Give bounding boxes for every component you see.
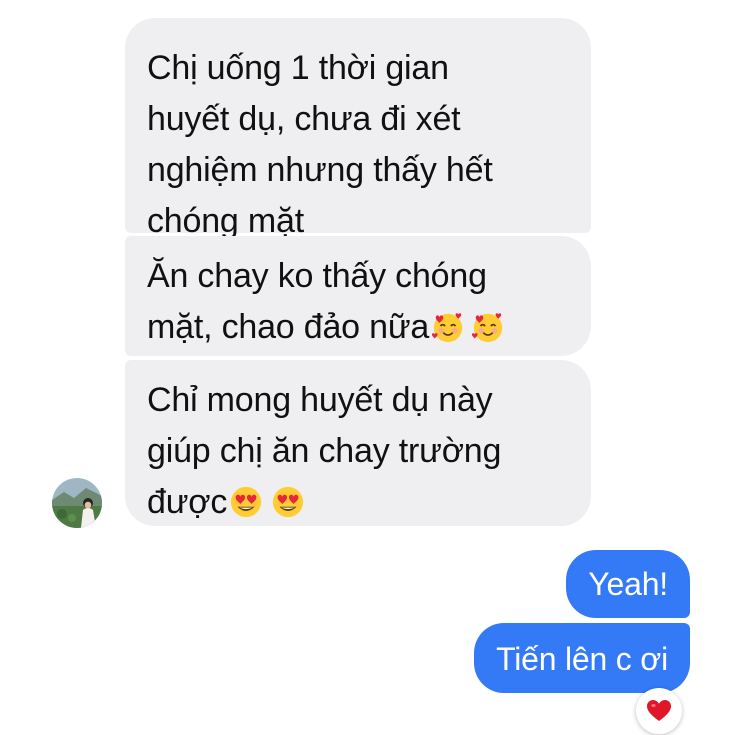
message-line: Chị uống 1 thời gian (147, 49, 449, 87)
message-line: Chỉ mong huyết dụ này (147, 381, 493, 419)
reaction-badge[interactable] (636, 688, 682, 734)
red-heart-icon (647, 700, 671, 721)
outgoing-message-1[interactable]: Yeah! (566, 550, 690, 618)
profile-photo (52, 478, 102, 528)
message-text: Yeah! (588, 566, 668, 602)
heart-eyes-emoji (273, 486, 304, 518)
smiling-face-with-hearts-emoji (432, 313, 463, 343)
message-text: Tiến lên c ơi (496, 641, 668, 677)
message-line: huyết dụ, chưa đi xét (147, 100, 461, 138)
incoming-message-3[interactable]: Chỉ mong huyết dụ này giúp chị ăn chay t… (125, 360, 591, 526)
message-line-with-emoji: được (147, 477, 569, 528)
message-line-with-emoji: mặt, chao đảo nữa (147, 302, 569, 353)
avatar[interactable] (52, 478, 102, 528)
outgoing-message-2[interactable]: Tiến lên c ơi (474, 623, 690, 693)
message-line: giúp chị ăn chay trường (147, 432, 502, 470)
incoming-message-1[interactable]: Chị uống 1 thời gian huyết dụ, chưa đi x… (125, 18, 591, 240)
message-line: nghiệm nhưng thấy hết (147, 151, 493, 189)
chat-thread: Chị uống 1 thời gian huyết dụ, chưa đi x… (0, 0, 735, 735)
heart-eyes-emoji (231, 486, 262, 518)
message-line: được (147, 483, 228, 521)
incoming-message-2[interactable]: Ăn chay ko thấy chóng mặt, chao đảo nữa (125, 236, 591, 356)
smiling-face-with-hearts-emoji (472, 313, 503, 343)
message-line: mặt, chao đảo nữa (147, 308, 430, 346)
message-line: Ăn chay ko thấy chóng (147, 257, 487, 295)
